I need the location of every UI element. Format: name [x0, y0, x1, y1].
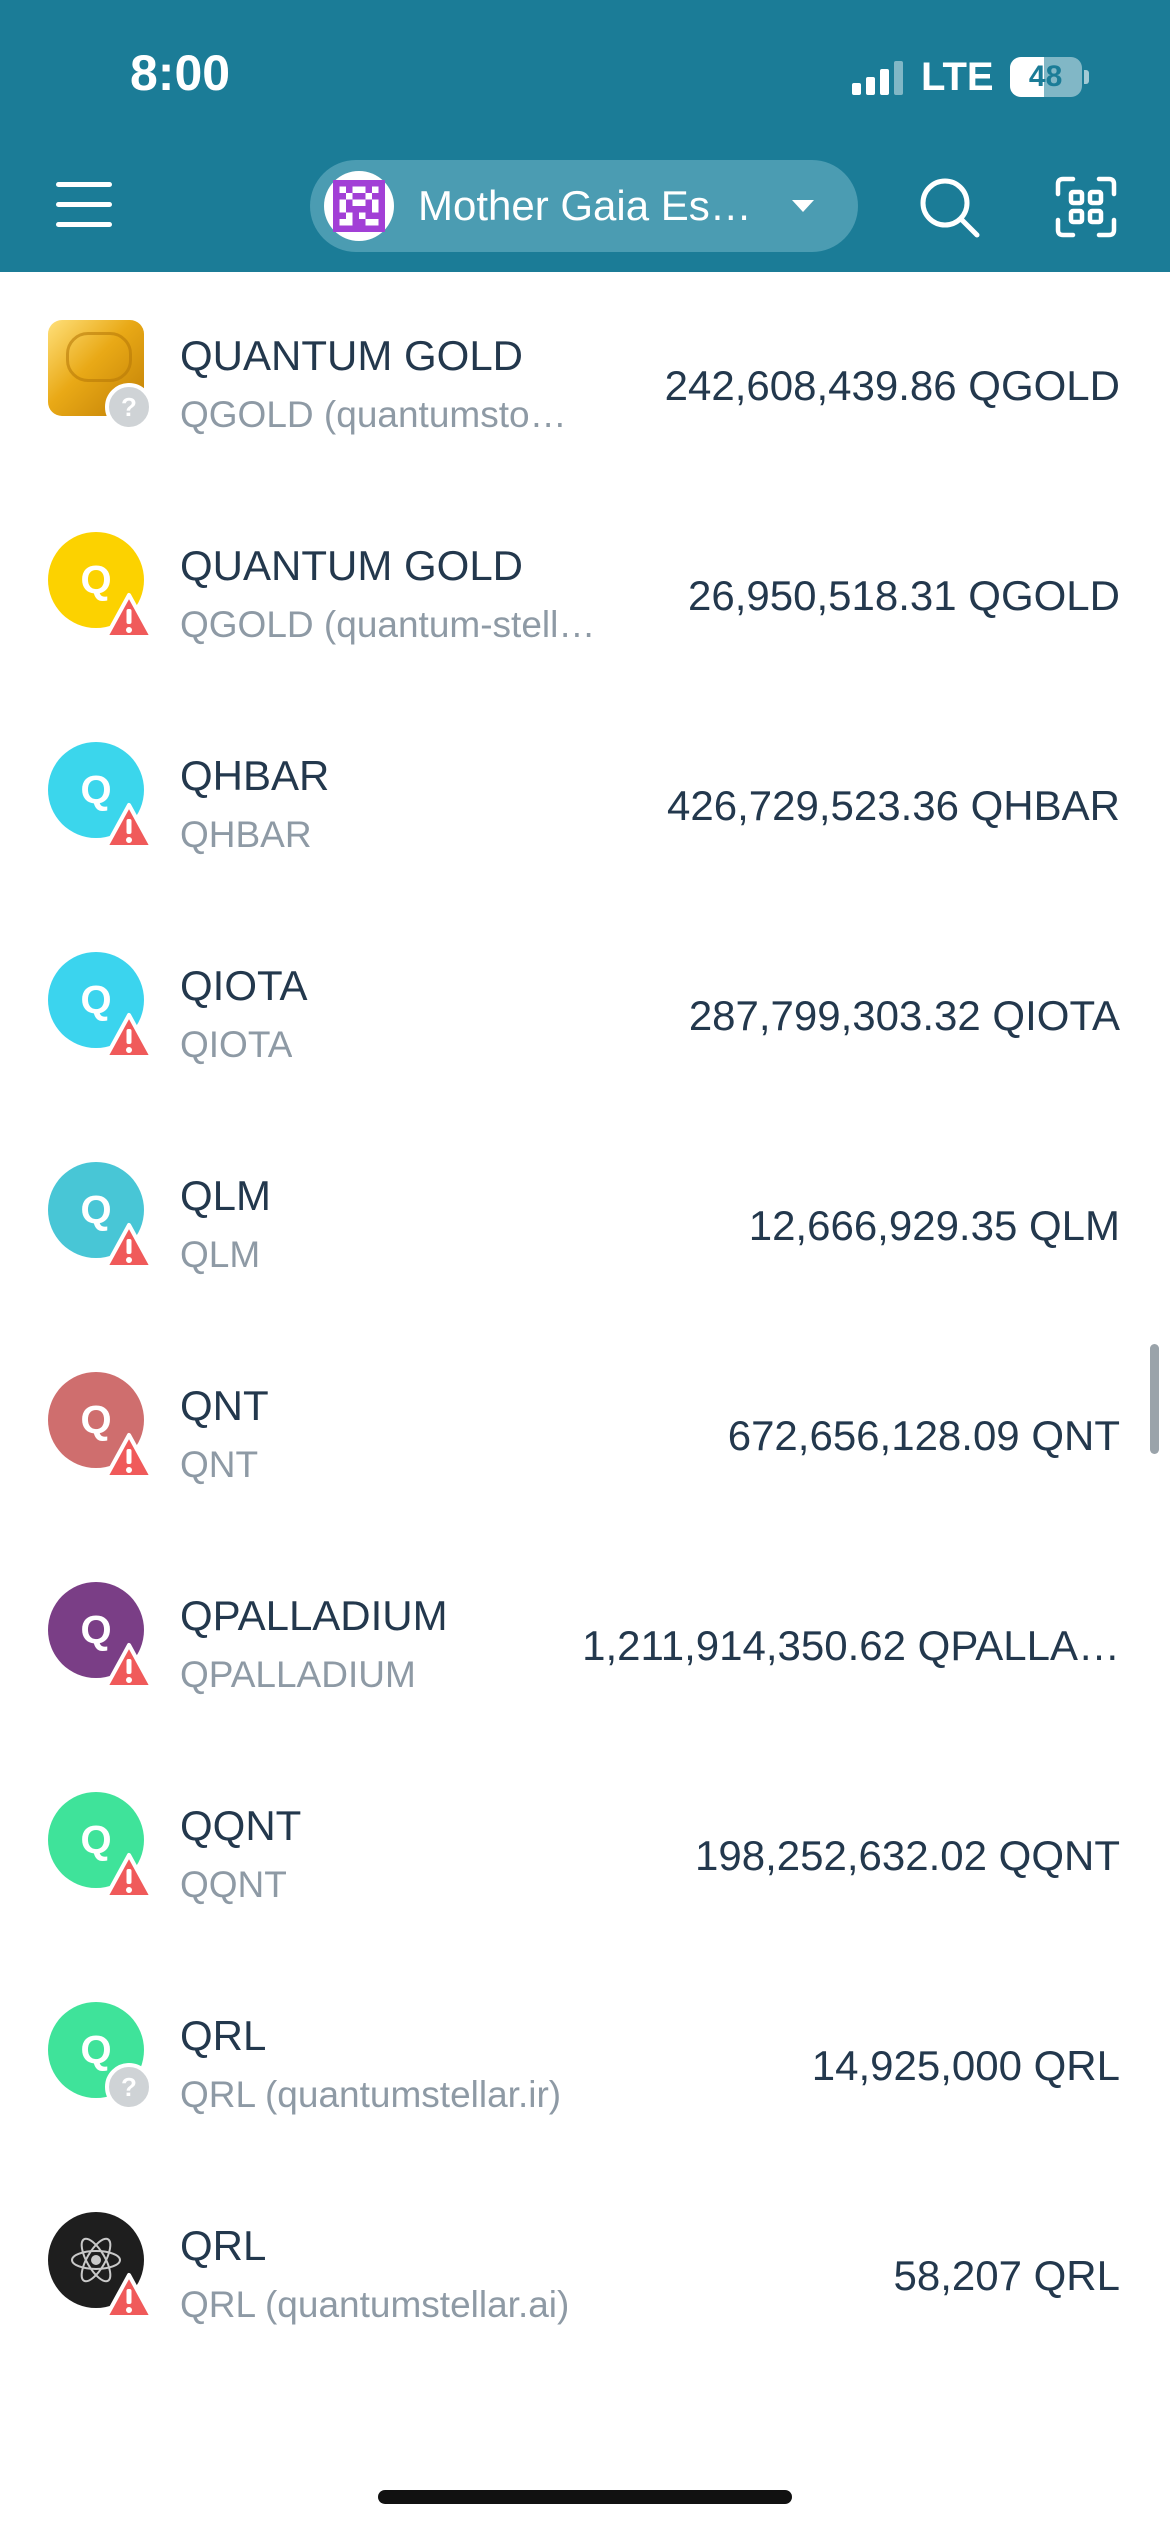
token-balance: 58,207 QRL: [893, 2252, 1121, 2299]
token-name: QQNT: [180, 1802, 302, 1849]
token-balance: 198,252,632.02 QQNT: [695, 1832, 1120, 1879]
token-row[interactable]: Q QQNT QQNT 198,252,632.02 QQNT: [0, 1742, 1170, 1952]
warning-icon: [104, 1642, 154, 1692]
app-header: 8:00 LTE 48 Mother Gaia Es…: [0, 0, 1170, 272]
warning-icon: [104, 802, 154, 852]
token-subtitle: QRL (quantumstellar.ir): [180, 2074, 562, 2115]
chevron-down-icon: [792, 200, 814, 212]
home-indicator[interactable]: [378, 2490, 792, 2504]
svg-text:?: ?: [121, 2072, 137, 2102]
wallet-selector[interactable]: Mother Gaia Es…: [310, 160, 858, 252]
warning-icon: [104, 2272, 154, 2322]
warning-icon: [104, 1012, 154, 1062]
token-balance: 14,925,000 QRL: [811, 2042, 1120, 2089]
token-subtitle: QHBAR: [180, 814, 312, 855]
token-balance: 12,666,929.35 QLM: [748, 1202, 1120, 1249]
token-row[interactable]: Q QHBAR QHBAR 426,729,523.36 QHBAR: [0, 692, 1170, 902]
token-subtitle: QIOTA: [180, 1024, 293, 1065]
network-label: LTE: [921, 54, 994, 99]
token-subtitle: QGOLD (quantumsto…: [180, 394, 567, 435]
token-subtitle: QNT: [180, 1444, 259, 1485]
question-mark-icon: ?: [104, 382, 154, 432]
token-name: QUANTUM GOLD: [180, 332, 524, 379]
token-row[interactable]: Q QPALLADIUM QPALLADIUM 1,211,914,350.62 QP…: [0, 1532, 1170, 1742]
token-row[interactable]: Q QIOTA QIOTA 287,799,303.32 QIOTA: [0, 902, 1170, 1112]
token-balance: 1,211,914,350.62 QPALLA…: [582, 1622, 1120, 1669]
token-balance: 26,950,518.31 QGOLD: [688, 572, 1120, 619]
token-balance: 426,729,523.36 QHBAR: [667, 782, 1120, 829]
wallet-name: Mother Gaia Es…: [418, 182, 752, 229]
qr-scan-icon[interactable]: [1055, 176, 1117, 238]
token-row[interactable]: Q QNT QNT 672,656,128.09 QNT: [0, 1322, 1170, 1532]
warning-icon: [104, 1222, 154, 1272]
token-balance: 672,656,128.09 QNT: [727, 1412, 1120, 1459]
wallet-avatar: [324, 171, 394, 241]
token-name: QIOTA: [180, 962, 308, 1009]
token-name: QRL: [180, 2012, 267, 2059]
token-subtitle: QPALLADIUM: [180, 1654, 416, 1695]
token-row[interactable]: ? QUANTUM GOLD QGOLD (quantumsto… 242,608,4…: [0, 272, 1170, 482]
status-time: 8:00: [130, 45, 231, 101]
status-indicators: LTE 48: [852, 52, 1089, 102]
token-name: QLM: [180, 1172, 272, 1219]
token-balance: 287,799,303.32 QIOTA: [688, 992, 1120, 1039]
search-icon[interactable]: [918, 176, 982, 240]
token-subtitle: QQNT: [180, 1864, 287, 1905]
warning-icon: [104, 592, 154, 642]
token-name: QUANTUM GOLD: [180, 542, 524, 589]
token-subtitle: QLM: [180, 1234, 261, 1275]
menu-icon[interactable]: [56, 180, 112, 230]
question-mark-icon: ?: [104, 2062, 154, 2112]
token-subtitle: QGOLD (quantum-stell…: [180, 604, 596, 645]
warning-icon: [104, 1432, 154, 1482]
token-row[interactable]: Q QLM QLM 12,666,929.35 QLM: [0, 1112, 1170, 1322]
warning-icon: [104, 1852, 154, 1902]
signal-icon: [852, 59, 903, 95]
token-name: QPALLADIUM: [180, 1592, 448, 1639]
token-balance: 242,608,439.86 QGOLD: [664, 362, 1120, 409]
battery-level: 48: [1028, 60, 1063, 93]
token-row[interactable]: Q QUANTUM GOLD QGOLD (quantum-stell… 26,950…: [0, 482, 1170, 692]
battery-icon: 48: [1009, 57, 1089, 97]
pixel-avatar-icon: [333, 180, 385, 232]
token-subtitle: QRL (quantumstellar.ai): [180, 2284, 570, 2325]
token-name: QRL: [180, 2222, 267, 2269]
token-row[interactable]: Q? QRL QRL (quantumstellar.ir) 14,925,000 Q…: [0, 1952, 1170, 2162]
svg-text:?: ?: [121, 392, 137, 422]
token-name: QNT: [180, 1382, 269, 1429]
token-row[interactable]: QRL QRL (quantumstellar.ai) 58,207 QRL: [0, 2162, 1170, 2372]
scrollbar[interactable]: [1150, 1344, 1159, 1454]
token-name: QHBAR: [180, 752, 330, 799]
